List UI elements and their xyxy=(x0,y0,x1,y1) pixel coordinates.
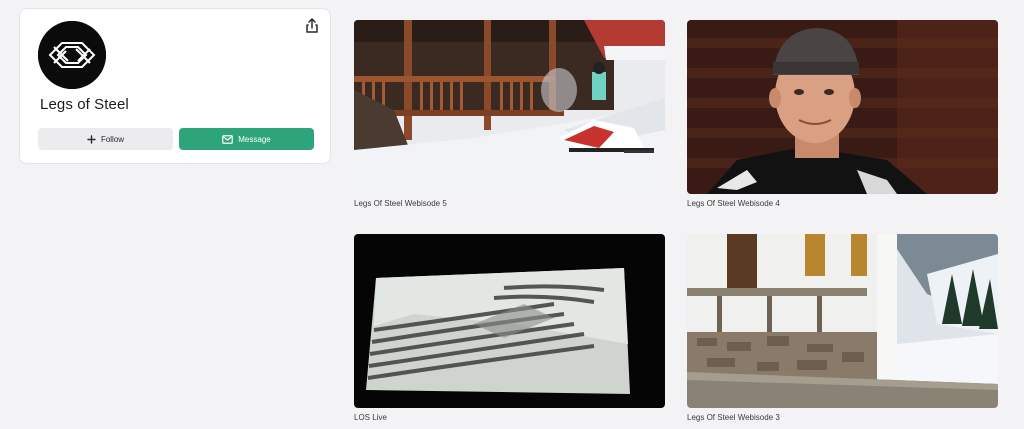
legs-of-steel-logo-icon xyxy=(38,21,106,89)
video-title[interactable]: Legs Of Steel Webisode 4 xyxy=(687,199,998,208)
envelope-icon xyxy=(222,134,234,144)
video-card[interactable]: Legs Of Steel Webisode 4 xyxy=(687,20,998,208)
avatar[interactable] xyxy=(38,21,106,89)
profile-name: Legs of Steel xyxy=(40,96,129,113)
video-card[interactable]: Legs Of Steel Webisode 5 xyxy=(354,20,665,208)
video-title[interactable]: Legs Of Steel Webisode 5 xyxy=(354,199,665,208)
video-title[interactable]: Legs Of Steel Webisode 3 xyxy=(687,413,998,422)
video-card[interactable]: LOS Live xyxy=(354,234,665,422)
video-title[interactable]: LOS Live xyxy=(354,413,665,422)
video-thumbnail[interactable] xyxy=(687,20,998,194)
page: Legs of Steel Follow Message Legs Of Ste… xyxy=(0,0,1024,429)
video-thumbnail[interactable] xyxy=(354,20,665,194)
share-icon xyxy=(306,18,318,33)
profile-card: Legs of Steel Follow Message xyxy=(19,8,331,164)
plus-icon xyxy=(87,134,96,144)
video-card[interactable]: Legs Of Steel Webisode 3 xyxy=(687,234,998,422)
follow-button-label: Follow xyxy=(100,134,125,144)
share-button[interactable] xyxy=(303,17,321,35)
follow-button[interactable]: Follow xyxy=(38,128,173,150)
message-button[interactable]: Message xyxy=(179,128,314,150)
video-thumbnail[interactable] xyxy=(354,234,665,408)
video-thumbnail[interactable] xyxy=(687,234,998,408)
message-button-label: Message xyxy=(238,134,271,144)
